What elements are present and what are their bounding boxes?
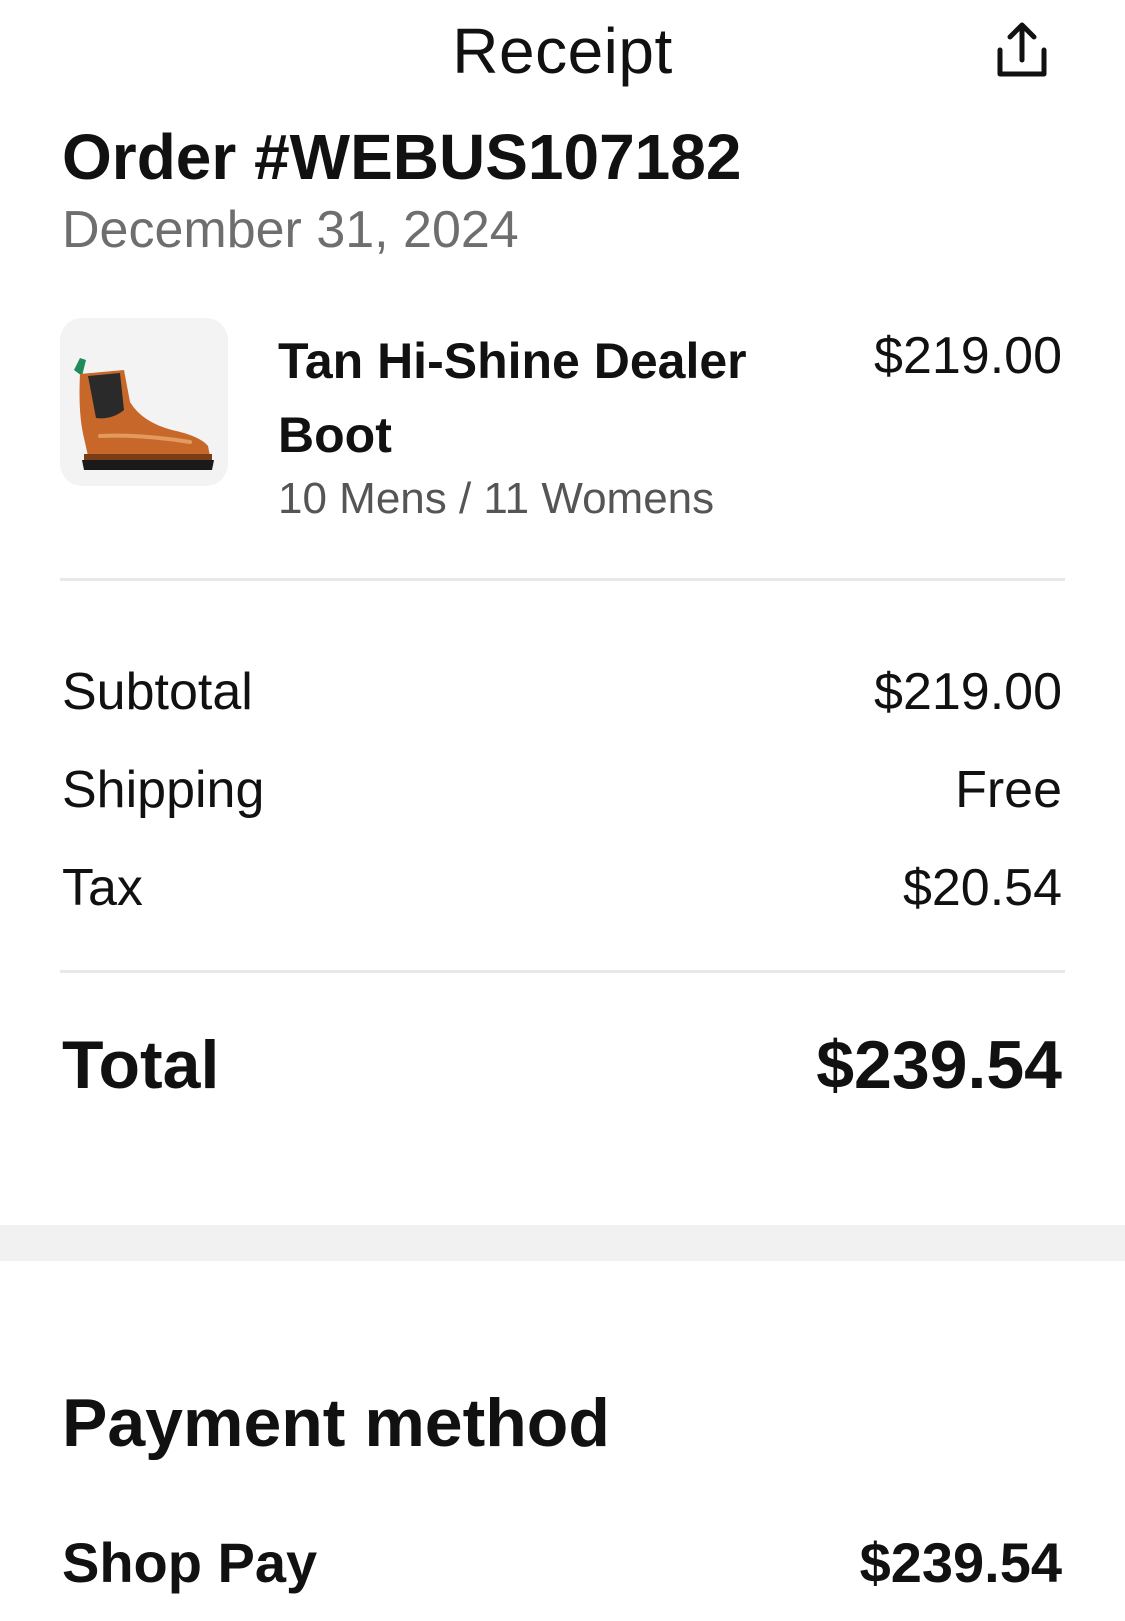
product-thumbnail[interactable] (60, 318, 228, 486)
page-title: Receipt (452, 15, 673, 87)
tax-value: $20.54 (902, 859, 1062, 917)
tax-label: Tax (62, 859, 143, 917)
section-separator (0, 1225, 1125, 1261)
shipping-label: Shipping (62, 761, 265, 819)
product-name[interactable]: Tan Hi-Shine Dealer Boot (278, 324, 818, 472)
receipt-header: Receipt (0, 0, 1125, 110)
payment-method-name: Shop Pay (62, 1531, 318, 1594)
order-date: December 31, 2024 (62, 201, 519, 259)
shipping-value: Free (955, 761, 1062, 819)
payment-amount: $239.54 (859, 1531, 1062, 1594)
payment-method-heading: Payment method (62, 1385, 610, 1461)
subtotal-label: Subtotal (62, 663, 253, 721)
divider (60, 970, 1065, 973)
product-price: $219.00 (874, 327, 1062, 385)
order-number: Order #WEBUS107182 (62, 121, 742, 193)
total-value: $239.54 (816, 1027, 1062, 1103)
divider (60, 578, 1065, 581)
subtotal-value: $219.00 (874, 663, 1062, 721)
boot-icon (74, 358, 214, 470)
product-variant: 10 Mens / 11 Womens (278, 474, 715, 523)
share-button[interactable] (990, 18, 1054, 82)
total-label: Total (62, 1027, 220, 1103)
share-icon (997, 22, 1047, 77)
